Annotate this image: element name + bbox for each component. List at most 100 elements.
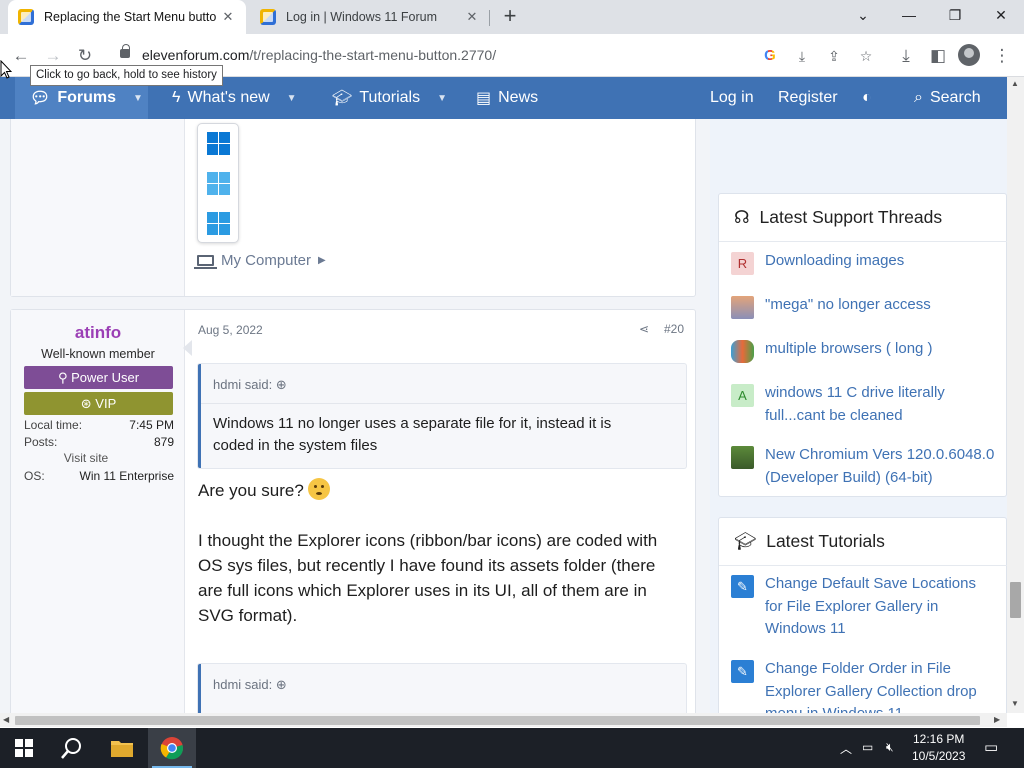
quote-block: hdmi said: ⊕ <box>198 664 686 713</box>
graduation-cap-icon: 🎓︎ <box>332 90 353 107</box>
horizontal-scrollbar[interactable]: ◀ ▶ <box>0 713 1007 727</box>
tab-strip: Replacing the Start Menu butto ✕ Log in … <box>0 0 1024 34</box>
chat-bubbles-icon: 💬︎ <box>30 90 51 107</box>
support-thread-item[interactable]: multiple browsers ( long ) <box>731 338 1006 363</box>
bookmark-star-icon[interactable]: ☆ <box>856 46 876 66</box>
support-thread-item[interactable]: R Downloading images <box>731 250 1006 275</box>
close-tab-icon[interactable]: ✕ <box>464 9 480 25</box>
scroll-left-arrow-icon[interactable]: ◀ <box>3 715 9 724</box>
scroll-down-arrow-icon[interactable]: ▼ <box>1011 699 1019 708</box>
vertical-scroll-thumb[interactable] <box>1010 582 1021 618</box>
circle-arrow-up-icon[interactable]: ⊕ <box>276 377 287 392</box>
post-user-column <box>11 119 185 296</box>
quote-author[interactable]: hdmi said: ⊕ <box>213 677 287 693</box>
folder-icon <box>111 741 133 757</box>
download-icon[interactable]: ⤓ <box>893 43 919 69</box>
taskbar-search-button[interactable] <box>48 728 96 768</box>
nav-news[interactable]: ▤ News <box>476 77 538 119</box>
thread-link[interactable]: windows 11 C drive literally full...cant… <box>765 382 985 427</box>
quote-author[interactable]: hdmi said: ⊕ <box>213 377 287 393</box>
nav-register[interactable]: Register <box>778 77 838 119</box>
tab-title: Log in | Windows 11 Forum <box>286 10 437 24</box>
nav-theme-toggle[interactable]: ◐ <box>862 77 872 119</box>
pencil-edit-icon: ✎ <box>731 575 754 598</box>
user-arrow <box>183 340 192 356</box>
back-tooltip: Click to go back, hold to see history <box>30 65 223 86</box>
nav-tutorials-label: Tutorials <box>359 89 421 106</box>
support-thread-item[interactable]: "mega" no longer access <box>731 294 1006 319</box>
install-app-icon[interactable]: ⤓ <box>792 46 812 66</box>
chevron-down-icon[interactable]: ▼ <box>437 93 447 104</box>
url-text[interactable]: elevenforum.com/t/replacing-the-start-me… <box>142 47 496 63</box>
address-bar[interactable]: elevenforum.com/t/replacing-the-start-me… <box>108 39 888 72</box>
os-row: OS: Win 11 Enterprise <box>24 469 174 483</box>
system-clock[interactable]: 12:16 PM 10/5/2023 <box>912 731 965 765</box>
tutorial-link[interactable]: Change Default Save Locations for File E… <box>765 573 995 641</box>
start-button[interactable] <box>0 728 48 768</box>
minimize-button[interactable]: — <box>886 0 932 30</box>
side-panel-icon[interactable]: ◧ <box>925 43 951 69</box>
menu-kebab-icon[interactable]: ⋮ <box>989 43 1015 69</box>
support-thread-item[interactable]: New Chromium Vers 120.0.6048.0 (Develope… <box>731 444 1006 489</box>
network-icon[interactable]: ▭ <box>862 740 873 754</box>
posts-row: Posts: 879 <box>24 435 174 449</box>
local-time-value: 7:45 PM <box>129 418 174 432</box>
nav-search[interactable]: ⌕ Search <box>914 77 981 119</box>
chevron-down-icon[interactable]: ▼ <box>287 93 297 104</box>
nav-tutorials[interactable]: 🎓︎ Tutorials ▼ <box>332 77 447 119</box>
thread-link[interactable]: New Chromium Vers 120.0.6048.0 (Develope… <box>765 444 1006 489</box>
latest-tutorials-widget: 🎓︎ Latest Tutorials ✎ Change Default Sav… <box>718 517 1007 713</box>
google-icon[interactable]: G <box>760 46 780 66</box>
windows-taskbar: ︿ ▭ 🔇︎ 12:16 PM 10/5/2023 ▭ <box>0 728 1024 768</box>
tab-replacing-start-menu[interactable]: Replacing the Start Menu butto ✕ <box>8 0 246 34</box>
post-user-column: atinfo Well-known member ⚲ Power User ⊛ … <box>11 310 185 713</box>
volume-muted-icon[interactable]: 🔇︎ <box>886 740 894 755</box>
tutorial-link[interactable]: Change Folder Order in File Explorer Gal… <box>765 658 1000 713</box>
chrome-taskbar-button[interactable] <box>148 728 196 768</box>
thread-link[interactable]: "mega" no longer access <box>765 294 931 319</box>
close-tab-icon[interactable]: ✕ <box>220 9 236 25</box>
graduation-cap-icon: 🎓︎ <box>734 531 757 551</box>
profile-avatar[interactable] <box>958 44 980 66</box>
elevenforum-favicon-icon <box>260 9 276 25</box>
url-path: /t/replacing-the-start-menu-button.2770/ <box>249 47 497 63</box>
quote-author-label: hdmi said: <box>213 677 273 692</box>
post-date[interactable]: Aug 5, 2022 <box>198 323 263 337</box>
thread-link[interactable]: Downloading images <box>765 250 904 275</box>
tab-login[interactable]: Log in | Windows 11 Forum ✕ <box>250 0 490 34</box>
visit-site-link[interactable]: Visit site <box>24 451 148 465</box>
circle-arrow-up-icon[interactable]: ⊕ <box>276 677 287 692</box>
horizontal-scroll-thumb[interactable] <box>15 716 980 725</box>
search-icon: ⌕ <box>914 89 923 106</box>
share-icon[interactable]: ⋖ <box>639 322 649 336</box>
scroll-up-arrow-icon[interactable]: ▲ <box>1011 79 1019 88</box>
tab-search-chevron-icon[interactable]: ⌄ <box>840 0 886 30</box>
post-username[interactable]: atinfo <box>11 323 185 343</box>
widget-title: Latest Support Threads <box>759 207 943 227</box>
nav-login-label: Log in <box>710 89 754 106</box>
tutorial-item[interactable]: ✎ Change Folder Order in File Explorer G… <box>731 658 1006 713</box>
file-explorer-button[interactable] <box>98 728 146 768</box>
new-tab-button[interactable]: + <box>498 5 522 29</box>
restore-button[interactable]: ❐ <box>932 0 978 30</box>
nav-login[interactable]: Log in <box>710 77 754 119</box>
mouse-cursor-icon <box>0 60 12 79</box>
windows-logo-icon <box>207 172 230 195</box>
post-number[interactable]: #20 <box>664 322 684 336</box>
thread-link[interactable]: multiple browsers ( long ) <box>765 338 933 363</box>
lock-icon[interactable] <box>120 44 130 58</box>
user-title: Well-known member <box>41 347 155 361</box>
chrome-icon <box>160 737 184 760</box>
tutorial-item[interactable]: ✎ Change Default Save Locations for File… <box>731 573 1006 641</box>
scroll-right-arrow-icon[interactable]: ▶ <box>994 715 1000 724</box>
share-icon[interactable]: ⇪ <box>824 46 844 66</box>
notifications-icon[interactable]: ▭ <box>984 738 998 756</box>
chevron-down-icon[interactable]: ▼ <box>133 93 143 104</box>
show-hidden-icons-chevron-icon[interactable]: ︿ <box>840 740 852 757</box>
avatar: A <box>731 384 754 407</box>
support-thread-item[interactable]: A windows 11 C drive literally full...ca… <box>731 382 1006 427</box>
vertical-scrollbar[interactable]: ▲ ▼ <box>1007 77 1024 713</box>
page-content: My Computer ▶ atinfo Well-known member ⚲… <box>0 119 1007 713</box>
my-computer-toggle[interactable]: My Computer ▶ <box>194 252 326 269</box>
close-window-button[interactable]: ✕ <box>978 0 1024 30</box>
